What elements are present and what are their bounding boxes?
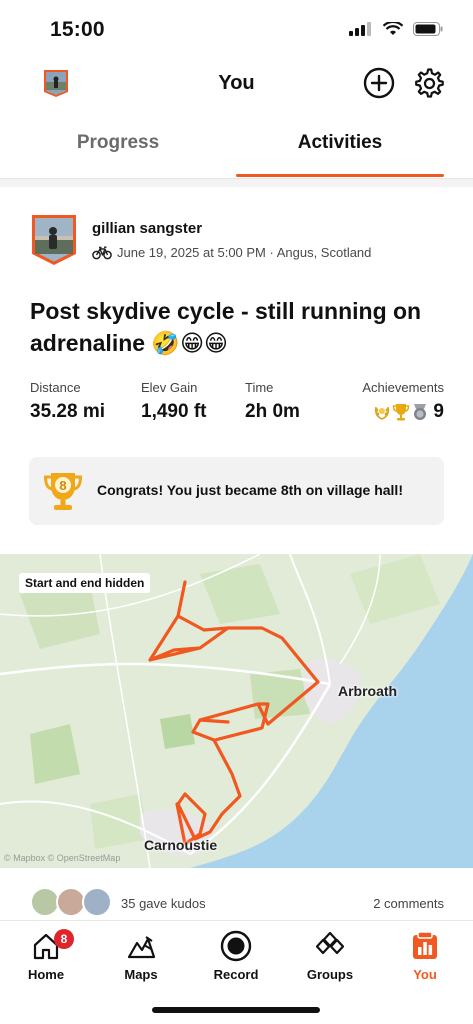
groups-icon xyxy=(315,931,345,955)
stat-label: Elev Gain xyxy=(141,380,198,395)
tabbar-item-home[interactable]: 8 Home xyxy=(6,929,86,982)
athlete-avatar[interactable] xyxy=(31,214,77,266)
kudos-count[interactable]: 35 gave kudos xyxy=(121,896,206,911)
tab-progress[interactable]: Progress xyxy=(0,132,236,154)
stat-value: 2h 0m xyxy=(245,401,300,422)
profile-tabs: Progress Activities xyxy=(0,120,473,178)
activity-title[interactable]: Post skydive cycle - still running on ad… xyxy=(30,295,450,359)
stat-value: 35.28 mi xyxy=(30,401,105,422)
map-canvas xyxy=(0,554,473,868)
stat-label: Distance xyxy=(30,380,81,395)
tabbar-label: Maps xyxy=(124,967,158,982)
tabbar-label: Groups xyxy=(306,967,354,982)
trophy-icon xyxy=(393,404,410,421)
stat-label: Achievements xyxy=(362,380,444,395)
status-bar: 15:00 xyxy=(0,0,473,60)
activity-date-location: June 19, 2025 at 5:00 PM · Angus, Scotla… xyxy=(117,245,372,260)
active-tab-indicator xyxy=(236,174,444,177)
activity-header: gillian sangster June 19, 2025 at 5:00 P… xyxy=(0,210,473,270)
record-icon xyxy=(220,930,252,962)
achievement-text: Congrats! You just became 8th on village… xyxy=(97,482,403,498)
achievement-icons: 9 xyxy=(362,401,444,423)
cellular-signal-icon xyxy=(349,22,371,36)
gear-icon xyxy=(415,68,444,98)
stat-achievements[interactable]: Achievements 9 xyxy=(362,380,444,423)
tabbar-label: You xyxy=(413,967,437,982)
map-attribution[interactable]: © Mapbox © OpenStreetMap xyxy=(4,853,120,863)
map-town-label: Arbroath xyxy=(338,683,398,699)
add-button[interactable] xyxy=(362,66,396,100)
plus-circle-icon xyxy=(363,67,395,99)
achievement-count: 9 xyxy=(433,401,444,422)
achievement-banner[interactable]: 8 Congrats! You just became 8th on villa… xyxy=(29,457,444,525)
status-icons xyxy=(349,22,443,36)
you-icon xyxy=(413,931,437,959)
top-header: You xyxy=(0,62,473,106)
comments-count[interactable]: 2 comments xyxy=(373,896,444,911)
stat-time: Time 2h 0m xyxy=(245,380,300,423)
stat-value: 1,490 ft xyxy=(141,401,207,422)
section-divider xyxy=(0,178,473,187)
wifi-icon xyxy=(383,22,403,35)
bike-icon xyxy=(92,246,112,259)
trophy-icon: 8 xyxy=(43,473,83,510)
kudos-avatars xyxy=(30,887,114,919)
route-map[interactable] xyxy=(0,554,473,868)
tabbar-item-maps[interactable]: Maps xyxy=(101,929,181,982)
medal-icon xyxy=(414,404,427,420)
map-privacy-label: Start and end hidden xyxy=(19,573,151,593)
tabbar-item-groups[interactable]: Groups xyxy=(290,929,370,982)
tabbar-item-you[interactable]: You xyxy=(385,929,465,982)
settings-button[interactable] xyxy=(412,66,446,100)
tabbar-label: Record xyxy=(213,967,259,982)
laurel-icon xyxy=(375,406,390,420)
avatar xyxy=(82,887,112,917)
home-indicator[interactable] xyxy=(152,1007,320,1013)
notification-badge: 8 xyxy=(54,929,74,949)
tab-activities[interactable]: Activities xyxy=(222,132,458,154)
athlete-name[interactable]: gillian sangster xyxy=(92,220,202,237)
tabbar-item-record[interactable]: Record xyxy=(196,929,276,982)
map-town-label: Carnoustie xyxy=(144,837,218,853)
stat-distance: Distance 35.28 mi xyxy=(30,380,105,423)
stat-label: Time xyxy=(245,380,274,395)
stat-elev-gain: Elev Gain 1,490 ft xyxy=(141,380,206,423)
status-time: 15:00 xyxy=(50,18,105,41)
rank-number: 8 xyxy=(59,478,66,493)
maps-icon xyxy=(127,936,156,959)
page-title: You xyxy=(218,72,255,94)
activity-meta: June 19, 2025 at 5:00 PM · Angus, Scotla… xyxy=(92,245,371,260)
tabbar-label: Home xyxy=(27,967,65,982)
kudos-row[interactable]: 35 gave kudos 2 comments xyxy=(0,880,473,924)
battery-icon xyxy=(413,22,443,36)
